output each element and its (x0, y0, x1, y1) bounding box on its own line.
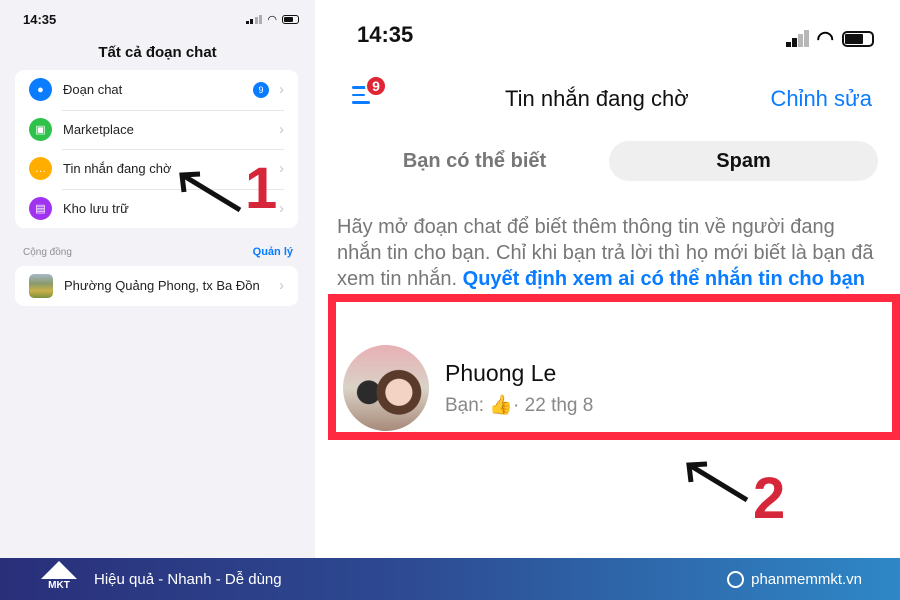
status-icons: ◠ (245, 13, 299, 26)
tab-people-you-may-know[interactable]: Bạn có thể biết (340, 141, 609, 181)
status-time: 14:35 (23, 12, 57, 27)
chevron-right-icon: › (279, 120, 284, 138)
battery-icon (842, 30, 874, 47)
tab-bar: Bạn có thể biết Spam (340, 141, 878, 181)
chevron-right-icon: › (279, 81, 284, 99)
contact-name: Phuong Le (445, 359, 557, 386)
community-card: Phường Quảng Phong, tx Ba Đồn › (15, 266, 298, 306)
message-dots-icon: … (29, 157, 52, 181)
edit-button[interactable]: Chỉnh sửa (770, 86, 872, 112)
battery-icon (282, 15, 299, 24)
chevron-right-icon: › (279, 277, 284, 295)
chat-bubble-icon: ● (29, 78, 52, 102)
status-icons: ◠ (786, 26, 874, 51)
website[interactable]: phanmemmkt.vn (727, 570, 862, 588)
manage-link[interactable]: Quản lý (253, 246, 293, 258)
community-item[interactable]: Phường Quảng Phong, tx Ba Đồn › (15, 266, 298, 306)
message-prefix: Bạn: (445, 394, 485, 416)
arrow-icon (179, 171, 242, 213)
last-message: Bạn: 👍· 22 thg 8 (445, 393, 593, 417)
globe-icon (727, 570, 745, 588)
page-title: Tất cả đoạn chat (98, 44, 217, 61)
message-control-link[interactable]: Quyết định xem ai có thể nhắn tin cho bạ… (463, 268, 865, 290)
menu-item-chats[interactable]: ● Đoạn chat 9 › (15, 70, 298, 110)
conversation-item[interactable]: Phuong Le Bạn: 👍· 22 thg 8 (343, 345, 593, 431)
slogan: Hiệu quả - Nhanh - Dễ dùng (94, 570, 282, 588)
store-icon: ▣ (29, 117, 52, 141)
community-thumbnail (29, 273, 53, 298)
signal-icon (245, 15, 263, 24)
avatar (343, 345, 429, 431)
right-screen: 14:35 ◠ 9 Tin nhắn đang chờ Chỉnh sửa Bạ… (315, 0, 900, 558)
menu-badge: 9 (365, 75, 387, 97)
page-title: Tin nhắn đang chờ (505, 86, 689, 111)
item-label: Đoạn chat (63, 82, 123, 98)
section-label: Cộng đồng (23, 247, 72, 258)
info-text: Hãy mở đoạn chat để biết thêm thông tin … (337, 214, 877, 292)
logo-text: MKT (48, 580, 70, 591)
item-label: Marketplace (63, 121, 134, 137)
archive-icon: ▤ (29, 196, 52, 220)
step-number: 2 (753, 466, 786, 531)
step-number: 1 (245, 156, 278, 221)
signal-icon (786, 30, 809, 47)
item-label: Phường Quảng Phong, tx Ba Đồn (64, 278, 260, 294)
tab-spam[interactable]: Spam (609, 141, 878, 181)
footer-banner: MKT Hiệu quả - Nhanh - Dễ dùng phanmemmk… (0, 558, 900, 600)
wifi-icon: ◠ (267, 14, 277, 26)
wifi-icon: ◠ (816, 28, 834, 50)
left-screen: 14:35 ◠ Tất cả đoạn chat ● Đoạn chat 9 ›… (0, 0, 315, 558)
website-url: phanmemmkt.vn (751, 570, 862, 588)
chevron-right-icon: › (279, 160, 284, 178)
thumbs-up-icon: 👍 (489, 394, 514, 416)
arrow-icon (686, 461, 749, 503)
status-time: 14:35 (357, 22, 414, 47)
menu-item-marketplace[interactable]: ▣ Marketplace › (15, 109, 298, 150)
chevron-right-icon: › (279, 199, 284, 217)
unread-badge: 9 (253, 81, 269, 98)
message-date: · 22 thg 8 (513, 394, 594, 416)
mkt-logo: MKT (38, 561, 80, 597)
